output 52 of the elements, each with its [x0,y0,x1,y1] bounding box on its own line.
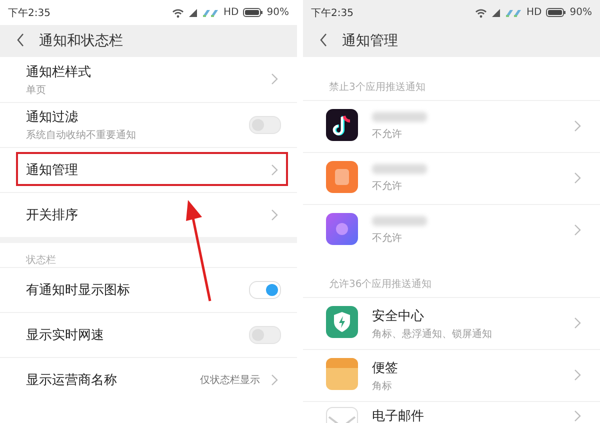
row-title: 有通知时显示图标 [26,282,131,299]
battery-icon [546,8,566,17]
setting-row[interactable]: 便签 角标 [303,349,600,401]
toggle-switch[interactable] [249,116,281,134]
row-subtitle: 角标 [372,380,393,392]
clock-time: 下午2:35 [8,6,50,20]
row-subtitle: 不允许 [372,232,403,245]
section-label: 状态栏 [25,254,57,267]
page-title: 通知管理 [342,32,398,50]
signal-icon [188,8,198,18]
setting-row[interactable]: 电子邮件 [303,401,600,423]
row-subtitle: 系统自动收纳不重要通知 [26,128,137,142]
battery-percent: 90% [570,7,592,18]
row-subtitle: 不允许 [372,180,403,193]
toggle-switch[interactable] [249,326,281,344]
signal-icon [490,8,501,18]
setting-row[interactable]: 有通知时显示图标 [0,267,297,312]
row-value: 仅状态栏显示 [200,374,260,387]
wifi-icon [474,8,487,18]
row-title: 通知栏样式 [26,64,92,80]
row-title: 通知管理 [26,162,79,179]
blurred-name [372,216,427,226]
blurred-name [372,112,427,122]
network-label: HD [526,7,542,18]
setting-row[interactable]: 开关排序 [0,192,297,237]
row-title: 开关排序 [26,207,79,224]
row-title: 电子邮件 [372,408,425,423]
row-title: 安全中心 [372,308,425,324]
network-label: HD [224,7,239,18]
battery-percent: 90% [266,7,289,18]
sync-icon [202,8,220,18]
section-label: 禁止3个应用推送通知 [328,80,426,95]
toggle-switch[interactable] [249,281,281,299]
row-title: 显示实时网速 [26,327,105,344]
row-subtitle: 角标、悬浮通知、锁屏通知 [372,328,493,340]
page-title: 通知和状态栏 [39,32,123,50]
setting-row[interactable]: 显示运营商名称 仅状态栏显示 [0,357,297,402]
setting-row[interactable]: 通知过滤 系统自动收纳不重要通知 [0,102,297,147]
section-label: 允许36个应用推送通知 [328,278,433,292]
battery-icon [242,8,263,17]
wifi-icon [172,8,184,18]
sync-icon [504,8,523,18]
row-title: 显示运营商名称 [26,372,118,389]
row-subtitle: 不允许 [372,128,403,141]
blurred-name [372,164,427,174]
setting-row[interactable]: 通知栏样式 单页 [0,57,297,102]
row-title: 通知过滤 [26,109,79,126]
row-title: 便签 [372,360,399,376]
clock-time: 下午2:35 [311,6,354,20]
setting-row[interactable]: 安全中心 角标、悬浮通知、锁屏通知 [303,297,600,349]
setting-row[interactable]: 显示实时网速 [0,312,297,357]
row-subtitle: 单页 [26,84,47,96]
